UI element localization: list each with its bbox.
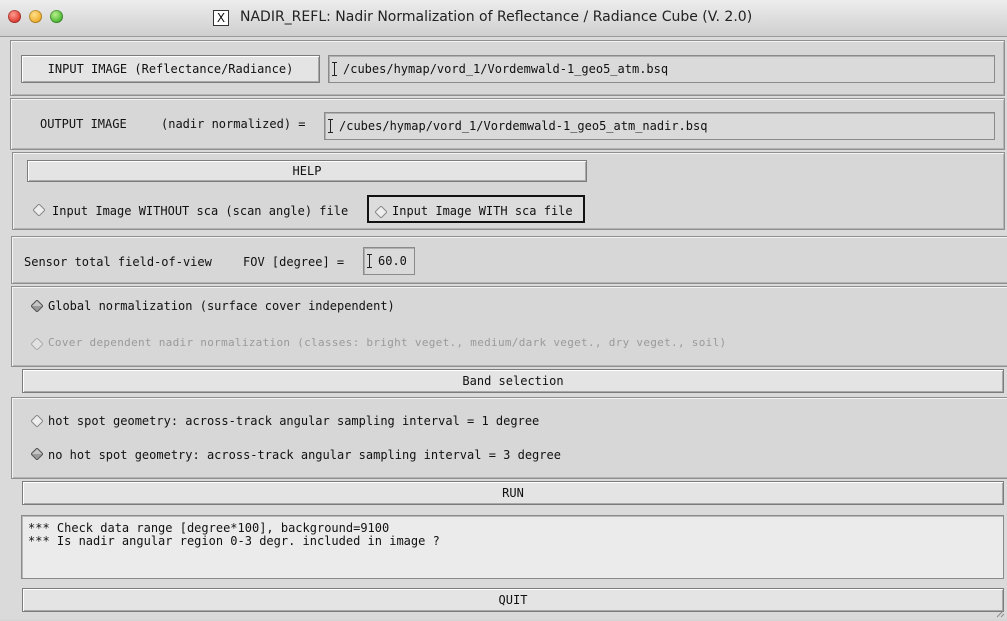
resize-grip-icon[interactable] bbox=[995, 607, 1005, 618]
main-window: INPUT IMAGE (Reflectance/Radiance) /cube… bbox=[0, 37, 1007, 619]
run-button[interactable]: RUN bbox=[22, 481, 1004, 505]
option-with-sca-label[interactable]: Input Image WITH sca file bbox=[392, 204, 573, 218]
hot-spot-geometry-label[interactable]: hot spot geometry: across-track angular … bbox=[48, 414, 539, 428]
radio-cover-dependent-icon bbox=[31, 338, 43, 350]
x11-icon: X bbox=[213, 10, 229, 26]
output-image-sublabel: (nadir normalized) = bbox=[161, 117, 306, 131]
radio-no-hot-spot-selected-icon[interactable] bbox=[31, 448, 43, 460]
band-selection-button[interactable]: Band selection bbox=[22, 369, 1004, 393]
window-title: NADIR_REFL: Nadir Normalization of Refle… bbox=[240, 9, 753, 25]
output-image-path-field[interactable]: /cubes/hymap/vord_1/Vordemwald-1_geo5_at… bbox=[324, 112, 995, 140]
zoom-window-button[interactable] bbox=[50, 10, 63, 23]
help-button[interactable]: HELP bbox=[27, 160, 587, 182]
message-area[interactable]: *** Check data range [degree*100], backg… bbox=[21, 515, 1004, 579]
sensor-fov-label: Sensor total field-of-view bbox=[24, 255, 212, 269]
global-normalization-label[interactable]: Global normalization (surface cover inde… bbox=[48, 299, 395, 313]
input-image-path-field[interactable]: /cubes/hymap/vord_1/Vordemwald-1_geo5_at… bbox=[328, 55, 995, 83]
radio-global-selected-icon[interactable] bbox=[31, 300, 43, 312]
input-image-button[interactable]: INPUT IMAGE (Reflectance/Radiance) bbox=[21, 55, 320, 83]
fov-input[interactable]: 60.0 bbox=[363, 247, 415, 275]
text-cursor-icon bbox=[332, 62, 337, 76]
option-without-sca-label[interactable]: Input Image WITHOUT sca (scan angle) fil… bbox=[52, 204, 348, 218]
geometry-panel bbox=[11, 397, 1007, 479]
output-image-label: OUTPUT IMAGE bbox=[40, 117, 127, 131]
fov-degree-label: FOV [degree] = bbox=[243, 255, 345, 269]
output-image-path-text: /cubes/hymap/vord_1/Vordemwald-1_geo5_at… bbox=[339, 119, 708, 133]
option-with-sca-button[interactable]: Input Image WITH sca file bbox=[367, 195, 585, 223]
close-window-button[interactable] bbox=[8, 10, 21, 23]
cover-dependent-label: Cover dependent nadir normalization (cla… bbox=[48, 336, 727, 349]
radio-hot-spot-icon[interactable] bbox=[31, 415, 43, 427]
no-hot-spot-geometry-label[interactable]: no hot spot geometry: across-track angul… bbox=[48, 448, 561, 462]
radio-with-sca-icon[interactable] bbox=[375, 206, 387, 218]
message-line-2: *** Is nadir angular region 0-3 degr. in… bbox=[28, 534, 440, 548]
text-cursor-icon bbox=[367, 254, 372, 268]
input-image-path-text: /cubes/hymap/vord_1/Vordemwald-1_geo5_at… bbox=[343, 62, 669, 76]
fov-value-text: 60.0 bbox=[378, 254, 407, 268]
title-bar: X NADIR_REFL: Nadir Normalization of Ref… bbox=[0, 0, 1007, 37]
quit-button[interactable]: QUIT bbox=[22, 588, 1004, 612]
minimize-window-button[interactable] bbox=[29, 10, 42, 23]
message-line-1: *** Check data range [degree*100], backg… bbox=[28, 521, 390, 535]
radio-without-sca-icon[interactable] bbox=[33, 204, 45, 216]
text-cursor-icon bbox=[328, 119, 333, 133]
